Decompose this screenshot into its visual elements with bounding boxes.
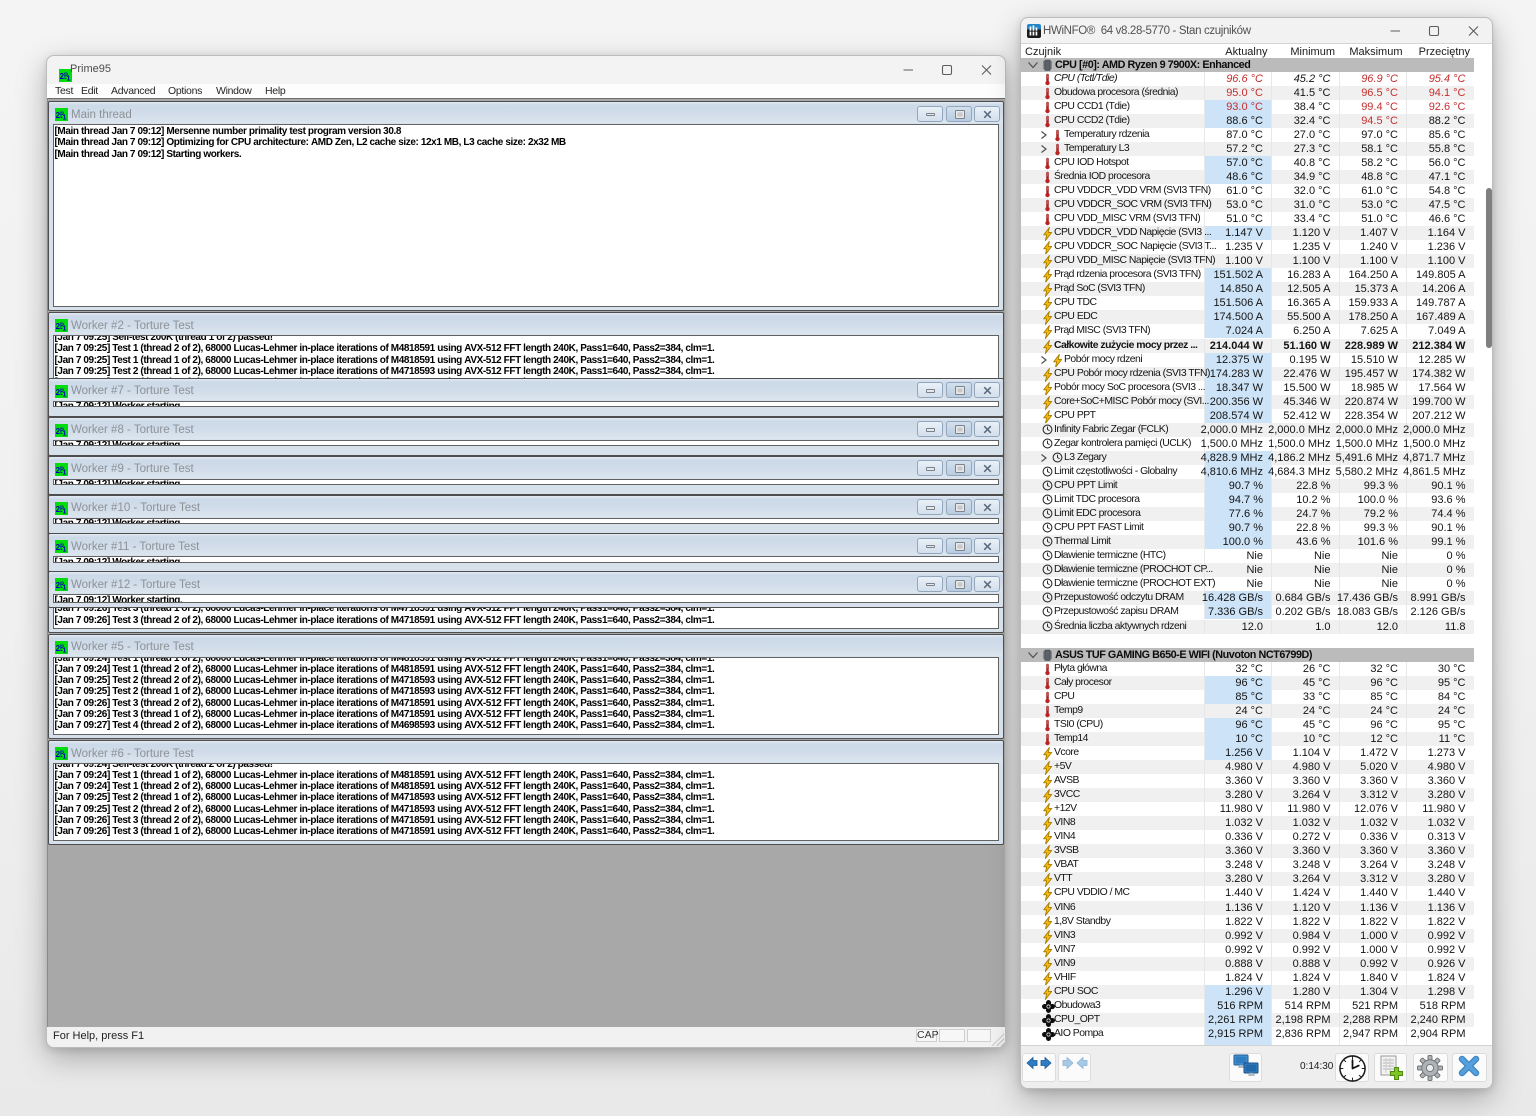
svg-text:-1: -1 <box>60 547 66 554</box>
svg-text:-1: -1 <box>60 469 66 476</box>
svg-text:-1: -1 <box>60 754 66 761</box>
svg-text:-1: -1 <box>64 76 70 83</box>
svg-text:-1: -1 <box>60 326 66 333</box>
svg-text:-1: -1 <box>60 585 66 592</box>
svg-text:-1: -1 <box>60 115 66 122</box>
svg-text:-1: -1 <box>60 647 66 654</box>
svg-text:-1: -1 <box>60 391 66 398</box>
svg-text:-1: -1 <box>60 508 66 515</box>
svg-text:-1: -1 <box>60 430 66 437</box>
